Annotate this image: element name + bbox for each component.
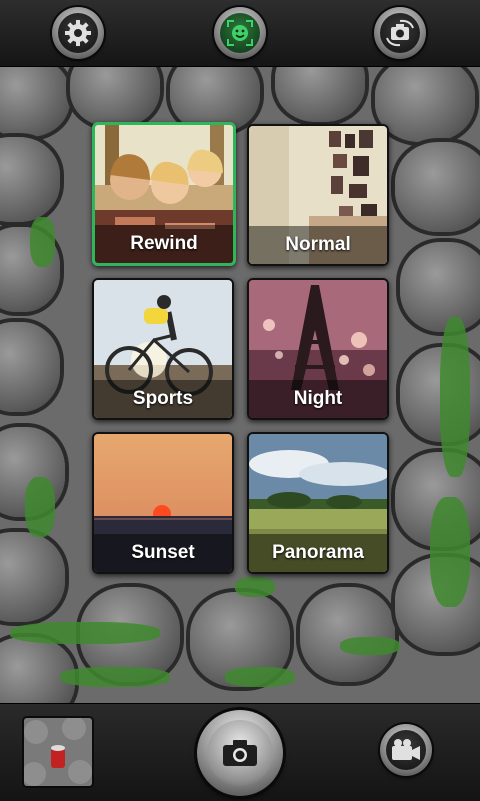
moss-patch (225, 667, 295, 687)
mode-label: Panorama (249, 534, 387, 572)
camera-icon (223, 740, 257, 766)
moss-patch (440, 317, 470, 477)
mode-tile-night[interactable]: Night (247, 278, 389, 420)
settings-button[interactable] (52, 7, 104, 59)
paving-stone (275, 67, 365, 122)
moss-patch (235, 577, 275, 597)
video-camera-icon (392, 739, 420, 760)
mode-tile-sunset[interactable]: Sunset (92, 432, 234, 574)
paving-stone (70, 67, 160, 127)
paving-stone (0, 322, 60, 412)
gear-icon (65, 20, 91, 46)
mode-label: Night (249, 380, 387, 418)
paving-stone (300, 587, 395, 682)
moss-patch (30, 217, 55, 267)
moss-patch (25, 477, 55, 537)
video-mode-button[interactable] (380, 724, 432, 776)
moss-patch (430, 497, 470, 607)
face-detect-icon (227, 20, 253, 46)
gallery-thumbnail[interactable] (24, 718, 92, 786)
switch-camera-button[interactable] (374, 7, 426, 59)
shutter-button[interactable] (197, 710, 283, 796)
paving-stone (0, 137, 60, 222)
paving-stone (395, 142, 480, 232)
mode-label: Normal (249, 226, 387, 264)
mode-tile-panorama[interactable]: Panorama (247, 432, 389, 574)
mode-label: Rewind (95, 225, 233, 263)
mode-tile-normal[interactable]: Normal (247, 124, 389, 266)
moss-patch (60, 667, 170, 687)
mode-tile-rewind[interactable]: Rewind (92, 122, 236, 266)
mode-label: Sports (94, 380, 232, 418)
bottom-toolbar (0, 703, 480, 801)
mode-tile-sports[interactable]: Sports (92, 278, 234, 420)
gallery-thumbnail-image (24, 718, 92, 786)
paving-stone (0, 67, 70, 137)
paving-stone (0, 637, 75, 703)
paving-stone (0, 532, 65, 622)
camera-viewfinder[interactable] (0, 67, 480, 703)
top-toolbar (0, 0, 480, 67)
moss-patch (340, 637, 400, 655)
paving-stone (375, 67, 475, 142)
camera-switch-icon (386, 19, 414, 47)
mode-label: Sunset (94, 534, 232, 572)
face-detect-button[interactable] (214, 7, 266, 59)
moss-patch (10, 622, 160, 644)
paving-stone (400, 242, 480, 332)
